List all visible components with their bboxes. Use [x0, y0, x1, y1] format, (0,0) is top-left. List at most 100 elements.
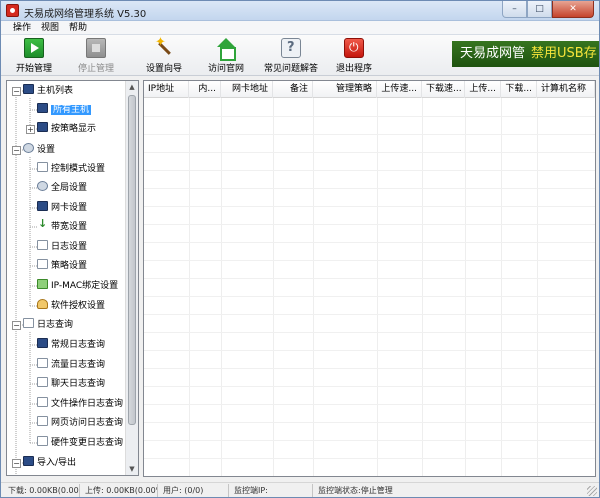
resize-grip-icon[interactable]: [587, 486, 597, 496]
table-row-line: [144, 404, 595, 405]
menu-view[interactable]: 视图: [37, 21, 65, 34]
table-row-line: [144, 440, 595, 441]
stop-management-label: 停止管理: [77, 64, 114, 74]
collapse-settings-toggle[interactable]: −: [12, 146, 21, 155]
visit-website-button[interactable]: 访问官网: [201, 38, 251, 74]
navigation-tree: − 主机列表 所有主机 + 按策略显示 − 设置 控制模式设置 全局设置 网卡设…: [6, 80, 139, 476]
app-window: 天易成网络管理系统 V5.30 – □ ✕ 操作 视图 帮助 开始管理 停止管理…: [0, 0, 600, 498]
tree-item-policy-settings[interactable]: 策略设置: [37, 259, 87, 273]
scroll-down-arrow-icon[interactable]: ▼: [126, 463, 138, 475]
link-icon: [37, 279, 48, 289]
computer-icon: [37, 338, 48, 348]
web-icon: [37, 416, 48, 426]
tree-group-import-export[interactable]: 导入/导出: [23, 456, 76, 470]
status-download: 下载: 0.00KB(0.00%): [5, 484, 80, 497]
col-ip-address[interactable]: IP地址: [144, 81, 189, 98]
expand-policy-toggle[interactable]: +: [26, 125, 35, 134]
setup-wizard-label: 设置向导: [145, 64, 182, 74]
col-mac-address[interactable]: 网卡地址: [221, 81, 273, 98]
app-logo-icon: [6, 4, 19, 17]
maximize-button[interactable]: □: [527, 1, 552, 18]
table-row-line: [144, 332, 595, 333]
collapse-logs-toggle[interactable]: −: [12, 321, 21, 330]
col-download-total[interactable]: 下载...: [501, 81, 537, 98]
title-bar: 天易成网络管理系统 V5.30 – □ ✕: [1, 1, 599, 21]
status-bar: 下载: 0.00KB(0.00%) 上传: 0.00KB(0.00%) 用户: …: [1, 482, 599, 497]
col-upload-total[interactable]: 上传...: [465, 81, 501, 98]
tree-item-file-log[interactable]: 文件操作日志查询: [37, 397, 123, 411]
exit-label: 退出程序: [335, 64, 372, 74]
tree-item-ip-mac-binding[interactable]: IP-MAC绑定设置: [37, 279, 118, 293]
table-row-line: [144, 224, 595, 225]
start-management-button[interactable]: 开始管理: [9, 38, 59, 74]
table-row-line: [144, 206, 595, 207]
log-icon: [37, 240, 48, 250]
scroll-up-arrow-icon[interactable]: ▲: [126, 81, 138, 93]
wand-icon: [154, 35, 174, 58]
hardware-icon: [37, 436, 48, 446]
status-upload: 上传: 0.00KB(0.00%): [82, 484, 158, 497]
collapse-hosts-toggle[interactable]: −: [12, 87, 21, 96]
scroll-thumb[interactable]: [128, 95, 136, 425]
col-computer-name[interactable]: 计算机名称: [537, 81, 595, 98]
col-internal[interactable]: 内...: [189, 81, 221, 98]
computer-icon: [37, 122, 48, 132]
promo-banner[interactable]: 天易成网管 禁用USB存: [452, 41, 599, 67]
tree-item-chat-log[interactable]: 聊天日志查询: [37, 377, 105, 391]
exit-button[interactable]: 退出程序: [329, 38, 379, 74]
window-controls: – □ ✕: [502, 1, 594, 18]
control-mode-icon: [37, 162, 48, 172]
menu-operate[interactable]: 操作: [9, 21, 37, 34]
tree-group-hosts[interactable]: 主机列表: [23, 84, 73, 98]
tree-item-general-log[interactable]: 常规日志查询: [37, 338, 105, 352]
tree-item-all-hosts[interactable]: 所有主机: [37, 103, 92, 117]
tree-item-by-policy[interactable]: 按策略显示: [37, 122, 96, 136]
tree-item-hardware-log[interactable]: 硬件变更日志查询: [37, 436, 123, 450]
table-row-line: [144, 296, 595, 297]
file-icon: [37, 397, 48, 407]
banner-text: 天易成网管: [460, 46, 526, 61]
stop-icon: [86, 38, 106, 58]
table-row-line: [144, 314, 595, 315]
computer-icon: [37, 103, 48, 113]
table-row-line: [144, 134, 595, 135]
faq-label: 常见问题解答: [263, 64, 318, 74]
banner-highlight: 禁用USB存: [531, 46, 597, 61]
list-icon: [37, 259, 48, 269]
table-row-line: [144, 242, 595, 243]
tree-item-nic-settings[interactable]: 网卡设置: [37, 201, 87, 215]
visit-website-label: 访问官网: [207, 64, 244, 74]
tree-item-log-settings[interactable]: 日志设置: [37, 240, 87, 254]
log-query-icon: [23, 318, 34, 328]
stop-management-button[interactable]: 停止管理: [71, 38, 121, 74]
start-management-label: 开始管理: [15, 64, 52, 74]
tree-group-settings[interactable]: 设置: [23, 143, 55, 157]
tools-icon: [23, 143, 34, 153]
status-monitor-state: 监控端状态:停止管理: [318, 486, 393, 495]
tree-item-bandwidth[interactable]: 带宽设置: [37, 217, 87, 234]
col-policy[interactable]: 管理策略: [313, 81, 377, 98]
table-row-line: [144, 152, 595, 153]
tree-item-license[interactable]: 软件授权设置: [37, 299, 105, 313]
col-download-speed[interactable]: 下载速...: [422, 81, 465, 98]
col-remark[interactable]: 备注: [273, 81, 313, 98]
setup-wizard-button[interactable]: 设置向导: [139, 35, 189, 74]
faq-button[interactable]: 常见问题解答: [261, 38, 321, 74]
tree-item-global-settings[interactable]: 全局设置: [37, 181, 87, 195]
tree-item-control-mode[interactable]: 控制模式设置: [37, 162, 105, 176]
menu-help[interactable]: 帮助: [65, 21, 93, 34]
table-row-line: [144, 278, 595, 279]
computer-icon: [23, 84, 34, 94]
play-icon: [24, 38, 44, 58]
close-button[interactable]: ✕: [552, 1, 594, 18]
minimize-button[interactable]: –: [502, 1, 527, 18]
col-upload-speed[interactable]: 上传速...: [377, 81, 422, 98]
tree-item-web-log[interactable]: 网页访问日志查询: [37, 416, 123, 430]
tree-group-log-query[interactable]: 日志查询: [23, 318, 73, 332]
download-arrow-icon: [37, 217, 48, 231]
chat-icon: [37, 377, 48, 387]
expand-import-export-toggle[interactable]: −: [12, 459, 21, 468]
tree-scrollbar[interactable]: ▲ ▼: [125, 81, 138, 475]
user-icon: [37, 299, 48, 309]
tree-item-traffic-log[interactable]: 流量日志查询: [37, 358, 105, 372]
